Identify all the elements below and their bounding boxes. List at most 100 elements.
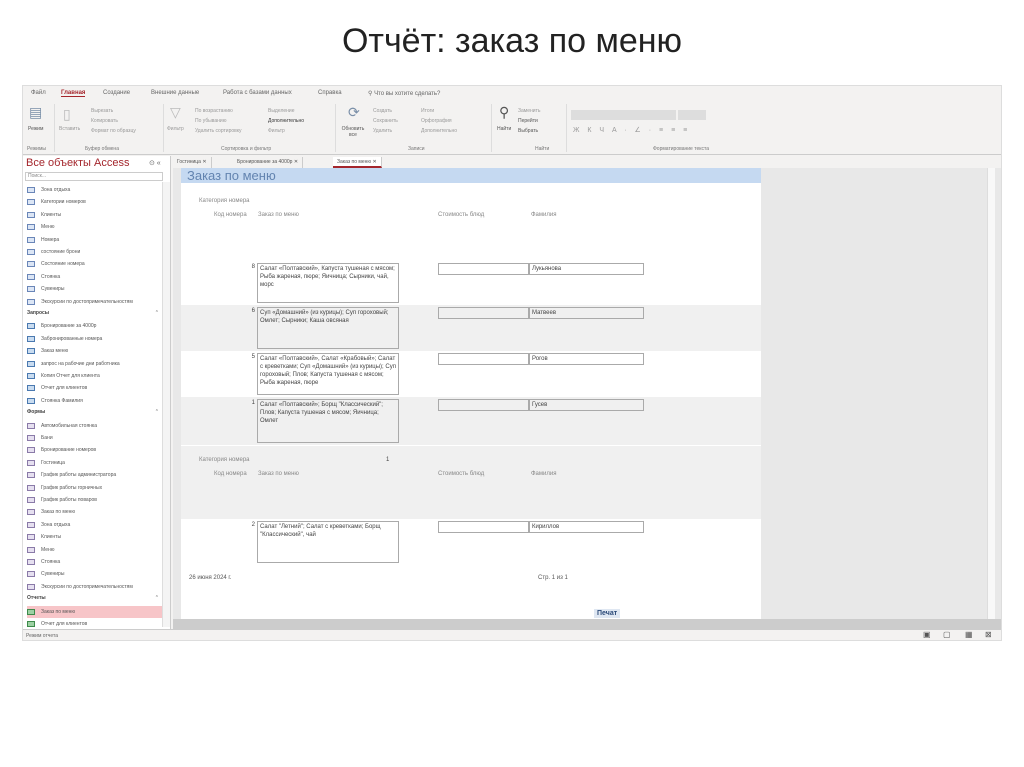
tab-booking[interactable]: Бронирование за 4000р ✕ bbox=[233, 157, 304, 168]
row-name: Гусев bbox=[529, 399, 644, 411]
tab-menu-order[interactable]: Заказ по меню ✕ bbox=[333, 157, 382, 168]
format-painter-button[interactable]: Формат по образцу bbox=[91, 128, 136, 134]
spelling-button[interactable]: Орфография bbox=[421, 118, 452, 124]
sort-desc-button[interactable]: По убыванию bbox=[195, 118, 226, 124]
nav-item-table[interactable]: Зона отдыха bbox=[27, 184, 162, 196]
nav-item-form[interactable]: Клиенты bbox=[27, 531, 162, 543]
nav-item-table[interactable]: Меню bbox=[27, 221, 162, 233]
menu-home[interactable]: Главная bbox=[61, 90, 86, 97]
report-icon bbox=[27, 621, 35, 627]
nav-item-query[interactable]: Заказ меню bbox=[27, 345, 162, 357]
nav-item-query[interactable]: Копия Отчет для клиента bbox=[27, 370, 162, 382]
design-view-icon[interactable]: ⊠ bbox=[985, 630, 992, 639]
cut-button[interactable]: Вырезать bbox=[91, 108, 113, 114]
nav-item-form[interactable]: Бронирование номеров bbox=[27, 444, 162, 456]
delete-record-button[interactable]: Удалить bbox=[373, 128, 392, 134]
close-icon[interactable]: ✕ bbox=[202, 159, 206, 165]
nav-item-form[interactable]: Заказ по меню bbox=[27, 506, 162, 518]
collapse-icon[interactable]: ⌃ bbox=[155, 409, 159, 415]
nav-header-reports[interactable]: ⌃ Отчеты bbox=[27, 595, 159, 601]
nav-header-forms[interactable]: ⌃ Формы bbox=[27, 409, 159, 415]
text-format-buttons[interactable]: Ж К Ч A · ∠ · ≡ ≡ ≡ bbox=[573, 126, 690, 134]
nav-item-label: Клиенты bbox=[41, 534, 62, 541]
row-code: 1 bbox=[251, 400, 255, 406]
horizontal-scrollbar[interactable] bbox=[173, 619, 1001, 629]
find-button[interactable]: Найти bbox=[497, 126, 511, 132]
collapse-icon[interactable]: ⌃ bbox=[155, 310, 159, 316]
advanced-button[interactable]: Дополнительно bbox=[268, 118, 304, 124]
nav-item-table[interactable]: Категории номеров bbox=[27, 196, 162, 208]
nav-scrollbar[interactable] bbox=[162, 182, 170, 627]
close-icon[interactable]: ✕ bbox=[294, 159, 298, 165]
collapse-icon[interactable]: ⌃ bbox=[155, 595, 159, 601]
paste-button[interactable]: Вставить bbox=[59, 126, 80, 132]
layout-view-icon[interactable]: ▦ bbox=[965, 630, 973, 639]
sort-asc-button[interactable]: По возрастанию bbox=[195, 108, 233, 114]
nav-item-query[interactable]: Стоянка Фамилия bbox=[27, 395, 162, 407]
nav-item-form[interactable]: График работы администратора bbox=[27, 469, 162, 481]
tell-me[interactable]: ⚲ Что вы хотите сделать? bbox=[368, 90, 440, 97]
menu-file[interactable]: Файл bbox=[31, 90, 46, 96]
replace-button[interactable]: Заменить bbox=[518, 108, 540, 114]
nav-item-form[interactable]: Сувениры bbox=[27, 568, 162, 580]
nav-item-table[interactable]: Номера bbox=[27, 234, 162, 246]
nav-item-report[interactable]: Заказ по меню bbox=[27, 605, 162, 618]
nav-item-form[interactable]: Меню bbox=[27, 544, 162, 556]
nav-item-table[interactable]: Экскурсии по достопримечательностям bbox=[27, 296, 162, 308]
goto-button[interactable]: Перейти bbox=[518, 118, 538, 124]
query-icon bbox=[27, 360, 35, 367]
print-preview-icon[interactable]: ▢ bbox=[943, 630, 951, 639]
nav-search-input[interactable]: Поиск... bbox=[25, 172, 163, 181]
select-button[interactable]: Выбрать bbox=[518, 128, 538, 134]
save-record-button[interactable]: Сохранить bbox=[373, 118, 398, 124]
nav-item-label: Стоянка bbox=[41, 273, 61, 280]
nav-item-query[interactable]: запрос на рабочие дни работника bbox=[27, 358, 162, 370]
totals-button[interactable]: Итоги bbox=[421, 108, 434, 114]
nav-item-query[interactable]: Забронированные номера bbox=[27, 333, 162, 345]
menu-help[interactable]: Справка bbox=[318, 90, 342, 96]
vertical-scrollbar[interactable] bbox=[987, 168, 995, 619]
table-row: 6 Суп «Домашний» (из курицы); Суп горохо… bbox=[181, 305, 761, 351]
nav-item-label: Бронирование за 4000р bbox=[41, 323, 97, 330]
selection-button[interactable]: Выделение bbox=[268, 108, 295, 114]
nav-item-table[interactable]: состояние брони bbox=[27, 246, 162, 258]
new-record-button[interactable]: Создать bbox=[373, 108, 392, 114]
font-name-select[interactable] bbox=[571, 110, 676, 120]
nav-item-form[interactable]: Зона отдыха bbox=[27, 519, 162, 531]
row-order: Суп «Домашний» (из курицы); Суп гороховы… bbox=[257, 307, 399, 349]
remove-sort-button[interactable]: Удалить сортировку bbox=[195, 128, 242, 134]
nav-item-form[interactable]: Бани bbox=[27, 432, 162, 444]
form-icon bbox=[27, 435, 35, 441]
nav-header-queries[interactable]: ⌃ Запросы bbox=[27, 310, 159, 316]
nav-item-form[interactable]: График работы поваров bbox=[27, 494, 162, 506]
toggle-filter-button[interactable]: Фильтр bbox=[268, 128, 285, 134]
table-icon bbox=[27, 298, 35, 305]
nav-item-query[interactable]: Бронирование за 4000р bbox=[27, 320, 162, 332]
nav-item-table[interactable]: Сувениры bbox=[27, 283, 162, 295]
more-button[interactable]: Дополнительно bbox=[421, 128, 457, 134]
nav-item-table[interactable]: Клиенты bbox=[27, 209, 162, 221]
menu-create[interactable]: Создание bbox=[103, 90, 130, 96]
font-size-select[interactable] bbox=[678, 110, 706, 120]
nav-item-form[interactable]: График работы горничных bbox=[27, 482, 162, 494]
tab-hotel[interactable]: Гостиница ✕ bbox=[173, 157, 212, 168]
nav-item-query[interactable]: Отчет для клиентов bbox=[27, 382, 162, 394]
nav-item-table[interactable]: Состояние номера bbox=[27, 258, 162, 270]
menu-database-tools[interactable]: Работа с базами данных bbox=[223, 90, 292, 96]
copy-button[interactable]: Копировать bbox=[91, 118, 118, 124]
nav-item-form[interactable]: Стоянка bbox=[27, 556, 162, 568]
print-button[interactable]: Печат bbox=[594, 609, 621, 618]
nav-item-form[interactable]: Гостиница bbox=[27, 457, 162, 469]
filter-button[interactable]: Фильтр bbox=[167, 126, 184, 132]
report-view-icon[interactable]: ▣ bbox=[923, 630, 931, 639]
close-icon[interactable]: ✕ bbox=[373, 159, 377, 165]
nav-title[interactable]: Все объекты Access bbox=[26, 157, 129, 169]
nav-options-icon[interactable]: ⊙ « bbox=[149, 159, 161, 167]
nav-item-table[interactable]: Стоянка bbox=[27, 271, 162, 283]
row-name: Рогов bbox=[529, 353, 644, 365]
nav-item-form[interactable]: Экскурсии по достопримечательностям bbox=[27, 581, 162, 593]
refresh-all-button[interactable]: Обновить все bbox=[341, 126, 365, 138]
nav-item-form[interactable]: Автомобильная стоянка bbox=[27, 420, 162, 432]
view-button[interactable]: Режим bbox=[28, 126, 43, 132]
menu-external-data[interactable]: Внешние данные bbox=[151, 90, 199, 96]
